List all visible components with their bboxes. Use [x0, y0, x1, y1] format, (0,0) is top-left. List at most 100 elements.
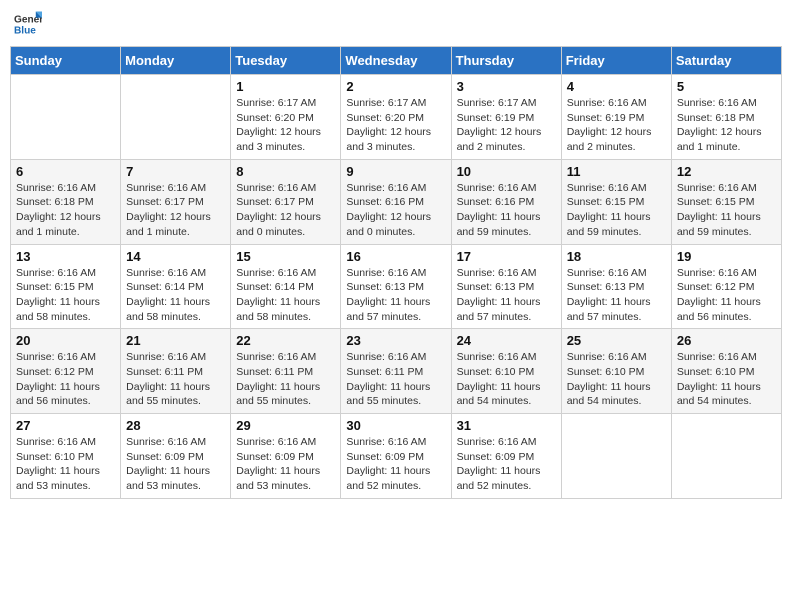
day-number: 6: [16, 164, 115, 179]
calendar-cell: 22 Sunrise: 6:16 AM Sunset: 6:11 PM Dayli…: [231, 329, 341, 414]
day-info: Sunrise: 6:16 AM Sunset: 6:09 PM Dayligh…: [457, 435, 556, 494]
calendar-cell: 9 Sunrise: 6:16 AM Sunset: 6:16 PM Daylig…: [341, 159, 451, 244]
day-info: Sunrise: 6:16 AM Sunset: 6:11 PM Dayligh…: [236, 350, 335, 409]
calendar-header-row: SundayMondayTuesdayWednesdayThursdayFrid…: [11, 47, 782, 75]
day-number: 8: [236, 164, 335, 179]
calendar-table: SundayMondayTuesdayWednesdayThursdayFrid…: [10, 46, 782, 499]
day-number: 13: [16, 249, 115, 264]
day-info: Sunrise: 6:16 AM Sunset: 6:16 PM Dayligh…: [457, 181, 556, 240]
calendar-cell: [671, 414, 781, 499]
svg-text:Blue: Blue: [14, 25, 36, 36]
day-number: 30: [346, 418, 445, 433]
logo-icon: General Blue: [14, 10, 42, 38]
col-header-wednesday: Wednesday: [341, 47, 451, 75]
calendar-week-row: 1 Sunrise: 6:17 AM Sunset: 6:20 PM Daylig…: [11, 75, 782, 160]
calendar-cell: 30 Sunrise: 6:16 AM Sunset: 6:09 PM Dayli…: [341, 414, 451, 499]
col-header-saturday: Saturday: [671, 47, 781, 75]
logo: General Blue: [14, 10, 42, 38]
day-info: Sunrise: 6:16 AM Sunset: 6:14 PM Dayligh…: [236, 266, 335, 325]
day-number: 17: [457, 249, 556, 264]
day-info: Sunrise: 6:16 AM Sunset: 6:15 PM Dayligh…: [677, 181, 776, 240]
calendar-cell: 5 Sunrise: 6:16 AM Sunset: 6:18 PM Daylig…: [671, 75, 781, 160]
day-number: 11: [567, 164, 666, 179]
page-header: General Blue: [10, 10, 782, 38]
calendar-cell: [561, 414, 671, 499]
calendar-cell: 2Sunrise: 6:17 AM Sunset: 6:20 PM Daylig…: [341, 75, 451, 160]
calendar-cell: [11, 75, 121, 160]
day-number: 19: [677, 249, 776, 264]
day-info: Sunrise: 6:16 AM Sunset: 6:15 PM Dayligh…: [567, 181, 666, 240]
day-number: 7: [126, 164, 225, 179]
day-info: Sunrise: 6:16 AM Sunset: 6:10 PM Dayligh…: [457, 350, 556, 409]
day-number: 10: [457, 164, 556, 179]
day-info: Sunrise: 6:16 AM Sunset: 6:18 PM Dayligh…: [677, 96, 776, 155]
day-number: 20: [16, 333, 115, 348]
col-header-thursday: Thursday: [451, 47, 561, 75]
calendar-cell: 14 Sunrise: 6:16 AM Sunset: 6:14 PM Dayli…: [121, 244, 231, 329]
calendar-cell: 16 Sunrise: 6:16 AM Sunset: 6:13 PM Dayli…: [341, 244, 451, 329]
calendar-cell: 8 Sunrise: 6:16 AM Sunset: 6:17 PM Daylig…: [231, 159, 341, 244]
calendar-cell: 24 Sunrise: 6:16 AM Sunset: 6:10 PM Dayli…: [451, 329, 561, 414]
day-number: 9: [346, 164, 445, 179]
day-info: Sunrise: 6:16 AM Sunset: 6:13 PM Dayligh…: [567, 266, 666, 325]
day-number: 16: [346, 249, 445, 264]
calendar-cell: 27 Sunrise: 6:16 AM Sunset: 6:10 PM Dayli…: [11, 414, 121, 499]
calendar-week-row: 13Sunrise: 6:16 AM Sunset: 6:15 PM Dayli…: [11, 244, 782, 329]
calendar-cell: 15 Sunrise: 6:16 AM Sunset: 6:14 PM Dayli…: [231, 244, 341, 329]
calendar-cell: 18Sunrise: 6:16 AM Sunset: 6:13 PM Dayli…: [561, 244, 671, 329]
day-info: Sunrise: 6:16 AM Sunset: 6:10 PM Dayligh…: [677, 350, 776, 409]
day-number: 25: [567, 333, 666, 348]
calendar-cell: 17 Sunrise: 6:16 AM Sunset: 6:13 PM Dayli…: [451, 244, 561, 329]
day-info: Sunrise: 6:16 AM Sunset: 6:09 PM Dayligh…: [346, 435, 445, 494]
day-number: 26: [677, 333, 776, 348]
day-info: Sunrise: 6:16 AM Sunset: 6:09 PM Dayligh…: [126, 435, 225, 494]
calendar-cell: 28 Sunrise: 6:16 AM Sunset: 6:09 PM Dayli…: [121, 414, 231, 499]
day-info: Sunrise: 6:16 AM Sunset: 6:11 PM Dayligh…: [346, 350, 445, 409]
day-info: Sunrise: 6:16 AM Sunset: 6:19 PM Dayligh…: [567, 96, 666, 155]
calendar-cell: 23 Sunrise: 6:16 AM Sunset: 6:11 PM Dayli…: [341, 329, 451, 414]
calendar-cell: 26 Sunrise: 6:16 AM Sunset: 6:10 PM Dayli…: [671, 329, 781, 414]
calendar-week-row: 6 Sunrise: 6:16 AM Sunset: 6:18 PM Daylig…: [11, 159, 782, 244]
calendar-cell: 12Sunrise: 6:16 AM Sunset: 6:15 PM Dayli…: [671, 159, 781, 244]
day-number: 21: [126, 333, 225, 348]
day-info: Sunrise: 6:16 AM Sunset: 6:10 PM Dayligh…: [567, 350, 666, 409]
day-info: Sunrise: 6:16 AM Sunset: 6:14 PM Dayligh…: [126, 266, 225, 325]
day-info: Sunrise: 6:16 AM Sunset: 6:12 PM Dayligh…: [677, 266, 776, 325]
calendar-cell: 4Sunrise: 6:16 AM Sunset: 6:19 PM Daylig…: [561, 75, 671, 160]
calendar-cell: 1 Sunrise: 6:17 AM Sunset: 6:20 PM Daylig…: [231, 75, 341, 160]
calendar-cell: 11 Sunrise: 6:16 AM Sunset: 6:15 PM Dayli…: [561, 159, 671, 244]
day-number: 22: [236, 333, 335, 348]
day-number: 27: [16, 418, 115, 433]
calendar-cell: 25 Sunrise: 6:16 AM Sunset: 6:10 PM Dayli…: [561, 329, 671, 414]
day-number: 28: [126, 418, 225, 433]
day-info: Sunrise: 6:16 AM Sunset: 6:12 PM Dayligh…: [16, 350, 115, 409]
day-number: 14: [126, 249, 225, 264]
col-header-sunday: Sunday: [11, 47, 121, 75]
day-number: 23: [346, 333, 445, 348]
day-info: Sunrise: 6:16 AM Sunset: 6:10 PM Dayligh…: [16, 435, 115, 494]
day-info: Sunrise: 6:16 AM Sunset: 6:17 PM Dayligh…: [236, 181, 335, 240]
calendar-cell: 29 Sunrise: 6:16 AM Sunset: 6:09 PM Dayli…: [231, 414, 341, 499]
day-number: 15: [236, 249, 335, 264]
calendar-cell: 19 Sunrise: 6:16 AM Sunset: 6:12 PM Dayli…: [671, 244, 781, 329]
day-number: 29: [236, 418, 335, 433]
day-info: Sunrise: 6:16 AM Sunset: 6:17 PM Dayligh…: [126, 181, 225, 240]
calendar-cell: 20 Sunrise: 6:16 AM Sunset: 6:12 PM Dayli…: [11, 329, 121, 414]
day-info: Sunrise: 6:16 AM Sunset: 6:16 PM Dayligh…: [346, 181, 445, 240]
day-number: 1: [236, 79, 335, 94]
calendar-cell: 3Sunrise: 6:17 AM Sunset: 6:19 PM Daylig…: [451, 75, 561, 160]
day-info: Sunrise: 6:16 AM Sunset: 6:13 PM Dayligh…: [457, 266, 556, 325]
day-number: 5: [677, 79, 776, 94]
day-info: Sunrise: 6:16 AM Sunset: 6:13 PM Dayligh…: [346, 266, 445, 325]
day-info: Sunrise: 6:17 AM Sunset: 6:20 PM Dayligh…: [236, 96, 335, 155]
calendar-cell: 6 Sunrise: 6:16 AM Sunset: 6:18 PM Daylig…: [11, 159, 121, 244]
calendar-cell: 21Sunrise: 6:16 AM Sunset: 6:11 PM Dayli…: [121, 329, 231, 414]
day-number: 2: [346, 79, 445, 94]
day-info: Sunrise: 6:16 AM Sunset: 6:18 PM Dayligh…: [16, 181, 115, 240]
calendar-cell: 10 Sunrise: 6:16 AM Sunset: 6:16 PM Dayli…: [451, 159, 561, 244]
day-info: Sunrise: 6:17 AM Sunset: 6:19 PM Dayligh…: [457, 96, 556, 155]
calendar-cell: [121, 75, 231, 160]
day-info: Sunrise: 6:16 AM Sunset: 6:09 PM Dayligh…: [236, 435, 335, 494]
calendar-cell: 7 Sunrise: 6:16 AM Sunset: 6:17 PM Daylig…: [121, 159, 231, 244]
day-number: 24: [457, 333, 556, 348]
